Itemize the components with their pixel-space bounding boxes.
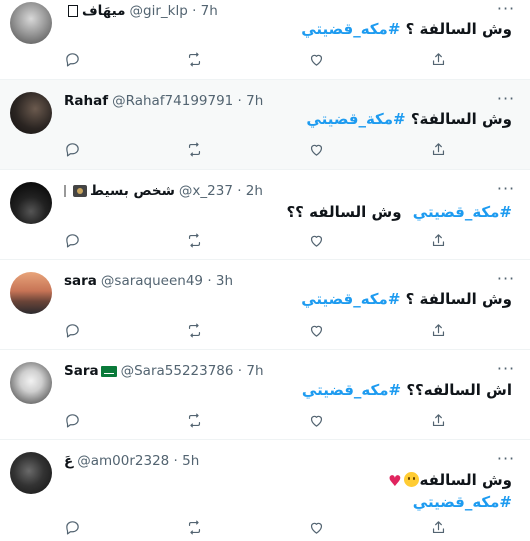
hashtag-link[interactable]: #مكه_قضيتي (301, 290, 400, 308)
tweet-header: ميهَاف @gir_klp · 7h (64, 1, 218, 21)
handle-time[interactable]: @saraqueen49 · 3h (101, 271, 233, 291)
more-icon[interactable]: ··· (496, 271, 516, 288)
display-name[interactable]: sara (64, 271, 97, 291)
tweet[interactable]: Sara @Sara55223786 · 7h ··· اش السالفه؟؟… (0, 350, 530, 440)
avatar[interactable] (10, 2, 52, 44)
camera-icon (73, 185, 87, 197)
tweet-text-main: وش السالفة ؟ (405, 20, 512, 38)
tweet[interactable]: شخص بسيط @x_237 · 2h ··· #مكة_قضيتي وش ا… (0, 170, 530, 260)
reply-icon[interactable] (61, 319, 83, 341)
handle-time[interactable]: @x_237 · 2h (179, 181, 263, 201)
like-icon[interactable] (305, 516, 327, 538)
reply-icon[interactable] (61, 138, 83, 160)
avatar[interactable] (10, 92, 52, 134)
hashtag-link[interactable]: #مكه_قضيتي (413, 493, 512, 511)
handle-time[interactable]: @Rahaf74199791 · 7h (112, 91, 263, 111)
more-icon[interactable]: ··· (496, 451, 516, 468)
tweet-text: #مكة_قضيتي وش السالفه ؟؟ (64, 202, 512, 223)
tweet-actions (56, 48, 456, 70)
tweet-text: وش السالفة ؟ #مكه_قضيتي (64, 289, 512, 310)
sad-face-emoji-icon (403, 472, 419, 487)
emoji-glyph (68, 5, 78, 17)
like-icon[interactable] (305, 48, 327, 70)
tweet-actions (56, 229, 456, 251)
reply-icon[interactable] (61, 48, 83, 70)
display-name[interactable]: شخص بسيط (90, 181, 175, 201)
handle-time[interactable]: @Sara55223786 · 7h (121, 361, 264, 381)
tweet-header: Rahaf @Rahaf74199791 · 7h (64, 91, 263, 111)
like-icon[interactable] (305, 409, 327, 431)
saudi-flag-icon (100, 365, 117, 377)
avatar[interactable] (10, 452, 52, 494)
tweet-header: عَ @am00r2328 · 5h (64, 451, 199, 471)
retweet-icon[interactable] (183, 516, 205, 538)
tweet-text: وش السالفه ♥ #مكه_قضيتي (64, 470, 512, 513)
broken-heart-emoji-icon: ♥ (388, 472, 402, 490)
tweet-actions (56, 319, 456, 341)
tweet-header: Sara @Sara55223786 · 7h (64, 361, 264, 381)
tweet[interactable]: ميهَاف @gir_klp · 7h ··· وش السالفة ؟ #م… (0, 0, 530, 80)
avatar[interactable] (10, 362, 52, 404)
share-icon[interactable] (427, 516, 449, 538)
hashtag-link[interactable]: #مكه_قضيتي (302, 381, 401, 399)
reply-icon[interactable] (61, 409, 83, 431)
tweet[interactable]: sara @saraqueen49 · 3h ··· وش السالفة ؟ … (0, 260, 530, 350)
display-name[interactable]: عَ (64, 451, 73, 471)
retweet-icon[interactable] (183, 138, 205, 160)
share-icon[interactable] (427, 409, 449, 431)
retweet-icon[interactable] (183, 229, 205, 251)
tweet-actions (56, 516, 456, 538)
like-icon[interactable] (305, 138, 327, 160)
like-icon[interactable] (305, 229, 327, 251)
retweet-icon[interactable] (183, 409, 205, 431)
tweet-text-main: اش السالفه؟؟ (406, 381, 512, 399)
tweet-actions (56, 138, 456, 160)
retweet-icon[interactable] (183, 319, 205, 341)
tweet-header: شخص بسيط @x_237 · 2h (64, 181, 263, 201)
tweet-header: sara @saraqueen49 · 3h (64, 271, 233, 291)
display-name[interactable]: Sara (64, 361, 99, 381)
tweet-text-main: وش السالفة؟ (410, 110, 512, 128)
more-icon[interactable]: ··· (496, 1, 516, 18)
hashtag-link[interactable]: #مكه_قضيتي (301, 20, 400, 38)
share-icon[interactable] (427, 229, 449, 251)
more-icon[interactable]: ··· (496, 361, 516, 378)
avatar[interactable] (10, 272, 52, 314)
tweet-text-main: وش السالفه (419, 471, 512, 489)
tweet[interactable]: عَ @am00r2328 · 5h ··· وش السالفه ♥ #مكه_… (0, 440, 530, 541)
more-icon[interactable]: ··· (496, 181, 516, 198)
tweet-text-main: وش السالفة ؟ (405, 290, 512, 308)
tweet-text: وش السالفة؟ #مكة_قضيتي (64, 109, 512, 130)
reply-icon[interactable] (61, 229, 83, 251)
tweet-actions (56, 409, 456, 431)
like-icon[interactable] (305, 319, 327, 341)
hashtag-link[interactable]: #مكة_قضيتي (306, 110, 405, 128)
avatar[interactable] (10, 182, 52, 224)
tweet-text: اش السالفه؟؟ #مكه_قضيتي (64, 380, 512, 401)
tweet-feed: ميهَاف @gir_klp · 7h ··· وش السالفة ؟ #م… (0, 0, 530, 541)
handle-time[interactable]: @am00r2328 · 5h (77, 451, 199, 471)
more-icon[interactable]: ··· (496, 91, 516, 108)
tweet-text-main: وش السالفه ؟؟ (286, 203, 402, 221)
tweet[interactable]: Rahaf @Rahaf74199791 · 7h ··· وش السالفة… (0, 80, 530, 170)
share-icon[interactable] (427, 319, 449, 341)
display-name[interactable]: ميهَاف (82, 1, 126, 21)
divider (64, 185, 66, 197)
reply-icon[interactable] (61, 516, 83, 538)
hashtag-link[interactable]: #مكة_قضيتي (413, 203, 512, 221)
retweet-icon[interactable] (183, 48, 205, 70)
tweet-text: وش السالفة ؟ #مكه_قضيتي (64, 19, 512, 40)
share-icon[interactable] (427, 138, 449, 160)
share-icon[interactable] (427, 48, 449, 70)
handle-time[interactable]: @gir_klp · 7h (130, 1, 218, 21)
display-name[interactable]: Rahaf (64, 91, 108, 111)
